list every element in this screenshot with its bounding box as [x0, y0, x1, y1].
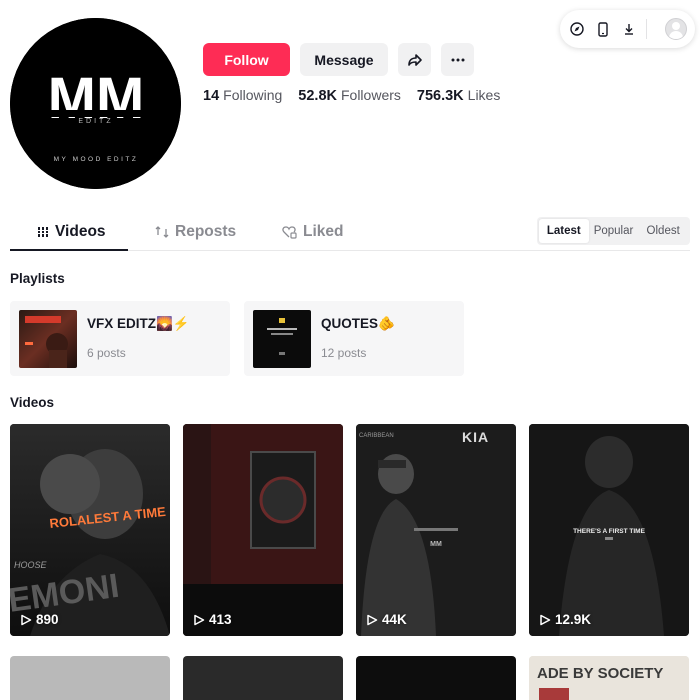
profile-actions: Follow Message: [203, 43, 474, 76]
download-icon[interactable]: [620, 20, 638, 38]
sort-oldest[interactable]: Oldest: [638, 219, 688, 243]
sort-control: Latest Popular Oldest: [537, 217, 690, 245]
stat-following-value: 14: [203, 88, 220, 104]
avatar-tagline: MY MOOD EDITZ: [54, 156, 139, 163]
playlist-thumbnail: [19, 309, 77, 368]
video-thumbnail: ADE BY SOCIETY: [529, 656, 689, 700]
playlist-card[interactable]: QUOTES🫵 12 posts: [244, 301, 464, 376]
playlist-text: QUOTES🫵 12 posts: [321, 310, 395, 360]
tab-liked-label: Liked: [303, 223, 344, 240]
video-overlay-text: THERE'S A FIRST TIME: [573, 528, 646, 535]
toolbar-divider: [646, 19, 647, 39]
share-button[interactable]: [398, 43, 431, 76]
stat-likes-label: Likes: [467, 87, 501, 103]
video-thumbnail: THERE'S A FIRST TIME: [529, 424, 689, 636]
playlist-card[interactable]: VFX EDITZ🌄⚡ 6 posts: [10, 301, 230, 376]
playlist-count: 12 posts: [321, 346, 367, 360]
video-overlay-text-3: HOOSE: [14, 560, 48, 570]
videos-title: Videos: [10, 395, 55, 410]
playlist-thumbnail: [253, 309, 311, 368]
profile-avatar[interactable]: MM EDITZ MY MOOD EDITZ: [10, 18, 181, 189]
video-card[interactable]: [183, 656, 343, 700]
repost-icon: [155, 226, 169, 238]
view-count-value: 890: [36, 612, 59, 627]
video-card[interactable]: 413: [183, 424, 343, 636]
tab-videos-label: Videos: [55, 223, 106, 240]
stat-following[interactable]: 14 Following: [203, 87, 282, 104]
tab-videos[interactable]: Videos: [37, 223, 106, 241]
playlist-name: VFX EDITZ🌄⚡: [87, 316, 190, 331]
view-count: 413: [193, 612, 232, 627]
tab-reposts-label: Reposts: [175, 223, 237, 240]
video-thumbnail: [183, 424, 343, 636]
playlists-title: Playlists: [10, 271, 65, 286]
more-button[interactable]: [441, 43, 474, 76]
video-card[interactable]: ADE BY SOCIETY: [529, 656, 689, 700]
video-brand-text: KIA: [462, 429, 489, 445]
view-count: 44K: [366, 612, 407, 627]
playlist-text: VFX EDITZ🌄⚡ 6 posts: [87, 310, 190, 360]
video-card[interactable]: ROLALEST A TIME EMONI HOOSE 890: [10, 424, 170, 636]
sort-latest[interactable]: Latest: [539, 219, 589, 243]
tab-reposts[interactable]: Reposts: [155, 223, 236, 241]
view-count-value: 413: [209, 612, 232, 627]
phone-icon[interactable]: [594, 20, 612, 38]
tab-liked[interactable]: Liked: [282, 223, 343, 241]
stat-followers-label: Followers: [340, 87, 401, 103]
play-icon: [194, 614, 205, 625]
message-button[interactable]: Message: [300, 43, 388, 76]
user-avatar[interactable]: [665, 18, 687, 40]
play-icon: [367, 614, 378, 625]
profile-stats: 14 Following 52.8K Followers 756.3K Likes: [203, 87, 500, 104]
video-card[interactable]: CARIBBEAN KIA MM 44K: [356, 424, 516, 636]
video-thumbnail: ROLALEST A TIME EMONI HOOSE: [10, 424, 170, 636]
sort-popular[interactable]: Popular: [589, 219, 639, 243]
playlist-count: 6 posts: [87, 346, 126, 360]
view-count-value: 12.9K: [555, 612, 592, 627]
avatar-sub-text: EDITZ: [78, 118, 113, 125]
play-icon: [540, 614, 551, 625]
view-count: 12.9K: [539, 612, 591, 627]
heart-lock-icon: [282, 226, 297, 239]
video-card[interactable]: [356, 656, 516, 700]
stat-followers[interactable]: 52.8K Followers: [298, 87, 401, 104]
video-overlay-text: ADE BY SOCIETY: [537, 665, 663, 682]
play-icon: [21, 614, 32, 625]
follow-button[interactable]: Follow: [203, 43, 290, 76]
grid-icon: [37, 227, 49, 237]
video-card[interactable]: THERE'S A FIRST TIME 12.9K: [529, 424, 689, 636]
stat-following-label: Following: [223, 87, 283, 103]
video-thumbnail: CARIBBEAN KIA MM: [356, 424, 516, 636]
compass-icon[interactable]: [568, 20, 586, 38]
view-count-value: 44K: [382, 612, 407, 627]
stat-followers-value: 52.8K: [298, 88, 337, 104]
active-tab-underline: [10, 249, 128, 251]
share-icon: [407, 53, 422, 66]
stat-likes-value: 756.3K: [416, 88, 464, 104]
playlist-name: QUOTES🫵: [321, 316, 395, 331]
more-icon: [451, 58, 464, 61]
video-overlay-text: CARIBBEAN: [359, 433, 394, 439]
stat-likes: 756.3K Likes: [417, 87, 500, 104]
video-overlay-text-2: MM: [430, 541, 442, 548]
floating-toolbar: [560, 10, 695, 48]
video-card[interactable]: [10, 656, 170, 700]
view-count: 890: [20, 612, 59, 627]
